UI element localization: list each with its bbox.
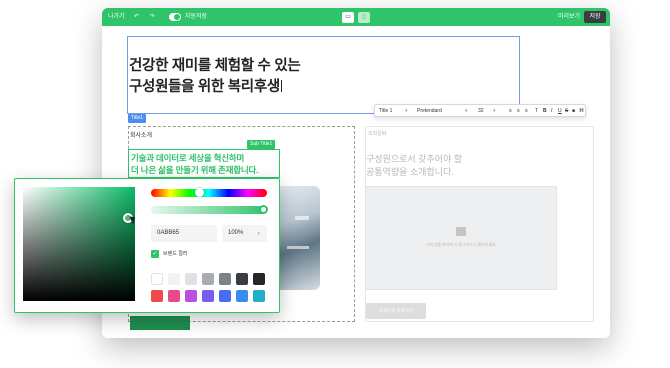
image-placeholder-text: 이미지를 여기에 드래그하거나 클릭하세요 bbox=[426, 242, 496, 247]
stepper-icon[interactable]: ⇕ bbox=[257, 225, 260, 242]
section-label: 회사소개 bbox=[130, 133, 153, 139]
preview-button[interactable]: 미리보기 bbox=[558, 8, 580, 26]
color-swatch[interactable] bbox=[168, 273, 180, 285]
autosave-label: 자동저장 bbox=[185, 14, 208, 20]
color-swatch[interactable] bbox=[253, 290, 265, 302]
color-swatch[interactable] bbox=[151, 290, 163, 302]
saturation-value-area[interactable] bbox=[23, 187, 135, 301]
right-section-title[interactable]: 구성원으로서 갖추어야 할 공통역량을 소개합니다. bbox=[366, 153, 462, 179]
hex-input[interactable]: 0ABB65 bbox=[151, 225, 217, 242]
cta-button[interactable] bbox=[130, 316, 190, 330]
right-title-line-2: 공통역량을 소개합니다. bbox=[366, 167, 454, 177]
right-title-line-1: 구성원으로서 갖추어야 할 bbox=[366, 154, 463, 164]
redo-icon[interactable]: ↷ bbox=[150, 8, 155, 26]
color-swatch[interactable] bbox=[236, 273, 248, 285]
mobile-view-icon[interactable]: ▯ bbox=[358, 12, 370, 23]
exit-button[interactable]: 나가기 bbox=[108, 8, 125, 26]
brand-color-label: 브랜드 컬러 bbox=[163, 251, 188, 257]
desktop-view-icon[interactable]: ▭ bbox=[342, 12, 354, 23]
right-section-label: 조직문화 bbox=[368, 131, 387, 137]
color-swatch[interactable] bbox=[202, 273, 214, 285]
save-button[interactable]: 저장 bbox=[584, 11, 606, 23]
checkbox-icon[interactable]: ✓ bbox=[151, 250, 159, 258]
color-swatch[interactable] bbox=[219, 290, 231, 302]
color-swatch[interactable] bbox=[253, 273, 265, 285]
color-swatch[interactable] bbox=[202, 290, 214, 302]
undo-icon[interactable]: ↶ bbox=[134, 8, 139, 26]
hue-slider[interactable] bbox=[151, 189, 267, 197]
color-swatch[interactable] bbox=[185, 273, 197, 285]
subtitle-tag: Sub Title1 bbox=[247, 140, 276, 149]
color-swatch[interactable] bbox=[236, 290, 248, 302]
opacity-slider-handle[interactable] bbox=[259, 205, 268, 214]
opacity-slider[interactable] bbox=[151, 206, 267, 214]
subtitle-line-1: 기술과 데이터로 세상을 혁신하며 bbox=[131, 153, 245, 163]
color-swatch[interactable] bbox=[151, 273, 163, 285]
color-swatch[interactable] bbox=[185, 290, 197, 302]
subtitle-text[interactable]: 기술과 데이터로 세상을 혁신하며 더 나은 삶을 만들기 위해 존재합니다. bbox=[131, 152, 258, 176]
color-swatch[interactable] bbox=[168, 290, 180, 302]
autosave-toggle[interactable] bbox=[169, 13, 181, 21]
top-toolbar: 나가기 ↶ ↷ 자동저장 ▭ ▯ 미리보기 저장 bbox=[102, 8, 610, 26]
hue-slider-handle[interactable] bbox=[195, 188, 204, 197]
image-placeholder[interactable] bbox=[365, 186, 557, 290]
image-icon bbox=[456, 227, 466, 236]
subtitle-line-2: 더 나은 삶을 만들기 위해 존재합니다. bbox=[131, 165, 259, 175]
culture-link-button[interactable]: 조직문화 바로가기 bbox=[366, 303, 426, 319]
color-picker-panel: 0ABB65 100% ⇕ ✓ 브랜드 컬러 bbox=[14, 178, 280, 313]
color-swatch[interactable] bbox=[219, 273, 231, 285]
